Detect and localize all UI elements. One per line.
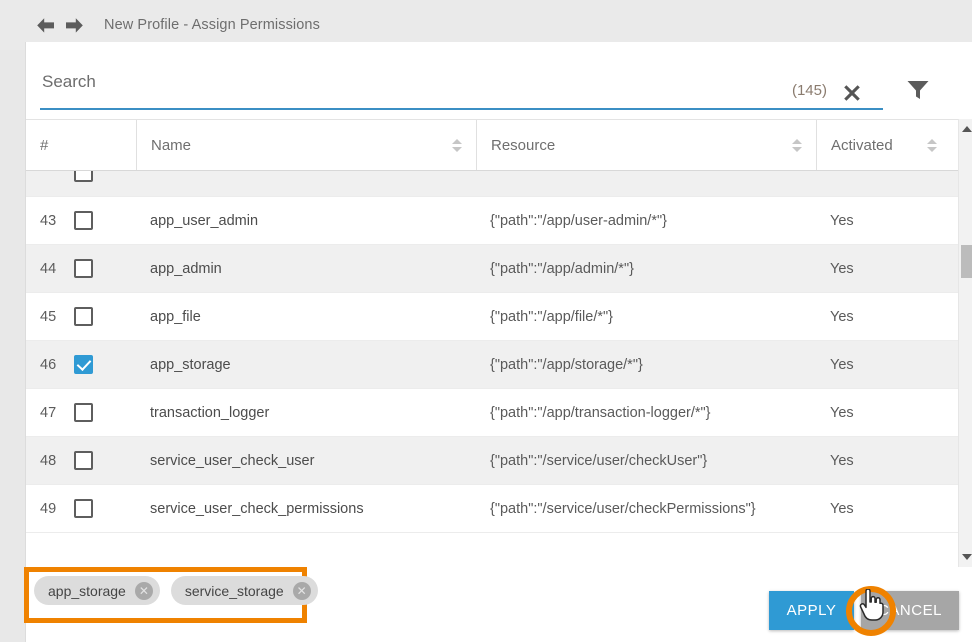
- row-activated-cell: Yes: [816, 197, 951, 244]
- row-resource-cell: {"path":"/app/transaction-logger/*"}: [476, 389, 816, 436]
- scroll-down-arrow-icon[interactable]: [959, 549, 972, 565]
- table-body-scroll-viewport[interactable]: 43 app_user_admin{"path":"/app/user-admin…: [26, 171, 972, 567]
- row-number-cell: 43: [26, 197, 136, 244]
- cancel-button[interactable]: CANCEL: [861, 591, 959, 630]
- row-activated-cell: Yes: [816, 245, 951, 292]
- column-header-name[interactable]: Name: [136, 120, 476, 170]
- row-number: 45: [40, 309, 74, 325]
- app-window: New Profile - Assign Permissions (145): [0, 0, 972, 642]
- permission-chip-label: app_storage: [48, 583, 126, 599]
- column-header-activated-label: Activated: [831, 137, 919, 154]
- row-resource-cell: {"path":"/app/file/*"}: [476, 293, 816, 340]
- row-resource-cell: [476, 171, 816, 196]
- row-checkbox[interactable]: [74, 307, 93, 326]
- row-number: 48: [40, 453, 74, 469]
- column-header-resource-label: Resource: [491, 137, 784, 154]
- sort-arrows-icon[interactable]: [927, 136, 937, 154]
- permission-chip-label: service_storage: [185, 583, 284, 599]
- row-activated-cell: Yes: [816, 389, 951, 436]
- row-name-cell: service_user_check_permissions: [136, 485, 476, 532]
- permission-chip[interactable]: service_storage ✕: [171, 576, 318, 605]
- scrollbar-thumb[interactable]: [961, 245, 972, 278]
- row-number-cell: 45: [26, 293, 136, 340]
- row-activated-cell: Yes: [816, 485, 951, 532]
- column-header-name-label: Name: [151, 137, 444, 154]
- row-checkbox[interactable]: [74, 171, 93, 182]
- row-checkbox[interactable]: [74, 403, 93, 422]
- forward-arrow-icon[interactable]: [61, 12, 87, 38]
- table-row[interactable]: 43 app_user_admin{"path":"/app/user-admin…: [26, 197, 958, 245]
- column-header-number-label: #: [40, 137, 122, 154]
- row-activated-cell: [816, 171, 951, 196]
- permission-chip[interactable]: app_storage ✕: [34, 576, 160, 605]
- selected-permissions-chips: app_storage ✕ service_storage ✕: [34, 576, 318, 605]
- table-header-row: # Name Resource Activated: [26, 119, 972, 171]
- row-name-cell: app_admin: [136, 245, 476, 292]
- row-resource-cell: {"path":"/app/user-admin/*"}: [476, 197, 816, 244]
- row-name-cell: app_storage: [136, 341, 476, 388]
- row-activated-cell: Yes: [816, 293, 951, 340]
- table-row[interactable]: [26, 171, 958, 197]
- apply-button[interactable]: APPLY: [769, 591, 854, 630]
- row-name-cell: app_file: [136, 293, 476, 340]
- row-number: 47: [40, 405, 74, 421]
- row-resource-cell: {"path":"/service/user/checkUser"}: [476, 437, 816, 484]
- row-name-cell: service_user_check_user: [136, 437, 476, 484]
- row-number-cell: [26, 171, 136, 196]
- sort-arrows-icon[interactable]: [452, 136, 462, 154]
- row-number-cell: 48: [26, 437, 136, 484]
- search-underline: [40, 108, 883, 110]
- row-activated-cell: Yes: [816, 341, 951, 388]
- table-row[interactable]: 45 app_file{"path":"/app/file/*"}Yes: [26, 293, 958, 341]
- row-number-cell: 49: [26, 485, 136, 532]
- search-bar: (145): [40, 64, 945, 110]
- page-title: New Profile - Assign Permissions: [104, 17, 320, 33]
- row-activated-cell: Yes: [816, 437, 951, 484]
- row-number: 49: [40, 501, 74, 517]
- column-header-number[interactable]: #: [26, 120, 136, 170]
- chip-remove-icon[interactable]: ✕: [135, 582, 153, 600]
- row-number-cell: 46: [26, 341, 136, 388]
- table-row[interactable]: 46 app_storage{"path":"/app/storage/*"}Ye…: [26, 341, 958, 389]
- row-resource-cell: {"path":"/service/user/checkPermissions"…: [476, 485, 816, 532]
- permissions-table: # Name Resource Activated 43 app_user_adm…: [26, 119, 972, 567]
- row-checkbox[interactable]: [74, 211, 93, 230]
- assign-permissions-panel: (145) # Name: [25, 42, 972, 642]
- row-number: 46: [40, 357, 74, 373]
- row-number-cell: 44: [26, 245, 136, 292]
- row-checkbox[interactable]: [74, 499, 93, 518]
- row-checkbox[interactable]: [74, 355, 93, 374]
- filter-funnel-icon[interactable]: [905, 78, 931, 102]
- sort-arrows-icon[interactable]: [792, 136, 802, 154]
- scroll-up-arrow-icon[interactable]: [959, 121, 972, 137]
- table-row[interactable]: 48 service_user_check_user{"path":"/servi…: [26, 437, 958, 485]
- chip-remove-icon[interactable]: ✕: [293, 582, 311, 600]
- clear-x-icon[interactable]: [841, 82, 863, 104]
- table-body: 43 app_user_admin{"path":"/app/user-admin…: [26, 171, 958, 533]
- table-row[interactable]: 49 service_user_check_permissions{"path":…: [26, 485, 958, 533]
- search-input[interactable]: [40, 64, 883, 110]
- row-name-cell: app_user_admin: [136, 197, 476, 244]
- row-number: 43: [40, 213, 74, 229]
- row-resource-cell: {"path":"/app/admin/*"}: [476, 245, 816, 292]
- row-checkbox[interactable]: [74, 451, 93, 470]
- row-resource-cell: {"path":"/app/storage/*"}: [476, 341, 816, 388]
- back-arrow-icon[interactable]: [32, 12, 58, 38]
- search-field-wrapper: (145): [40, 64, 883, 110]
- row-name-cell: [136, 171, 476, 196]
- row-number-cell: 47: [26, 389, 136, 436]
- column-header-activated[interactable]: Activated: [816, 120, 951, 170]
- row-checkbox[interactable]: [74, 259, 93, 278]
- row-name-cell: transaction_logger: [136, 389, 476, 436]
- table-row[interactable]: 44 app_admin{"path":"/app/admin/*"}Yes: [26, 245, 958, 293]
- row-number: 44: [40, 261, 74, 277]
- column-header-resource[interactable]: Resource: [476, 120, 816, 170]
- vertical-scrollbar[interactable]: [958, 119, 972, 567]
- table-row[interactable]: 47 transaction_logger{"path":"/app/transa…: [26, 389, 958, 437]
